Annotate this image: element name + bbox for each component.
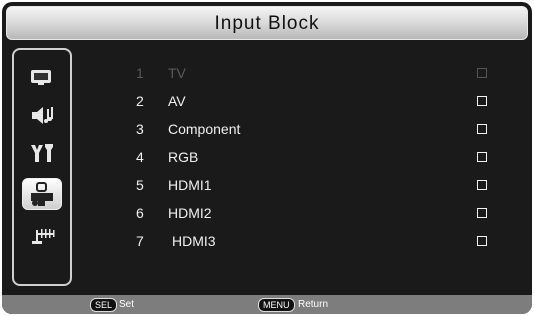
block-checkbox[interactable] <box>477 152 487 162</box>
input-row-tv: 1 TV <box>2 61 532 89</box>
input-number: 3 <box>136 121 144 137</box>
block-checkbox <box>477 68 487 78</box>
input-number: 1 <box>136 65 144 81</box>
menu-key-badge: MENU <box>258 298 295 312</box>
input-label: TV <box>168 65 186 81</box>
menu-action-text: Return <box>298 299 329 310</box>
input-row-component[interactable]: 3 Component <box>2 117 532 145</box>
block-checkbox[interactable] <box>477 208 487 218</box>
input-number: 5 <box>136 177 144 193</box>
input-label: HDMI2 <box>168 205 212 221</box>
osd-window: Input Block 1 TV 2 AV 3 Component 4 RGB … <box>2 2 532 314</box>
input-row-hdmi3[interactable]: 7 HDMI3 <box>2 229 532 257</box>
input-label: AV <box>168 93 186 109</box>
input-number: 6 <box>136 205 144 221</box>
input-label: RGB <box>168 149 199 165</box>
input-row-av[interactable]: 2 AV <box>2 89 532 117</box>
title-bar: Input Block <box>6 6 528 40</box>
footer-hint-bar: SEL Set MENU Return <box>2 295 532 314</box>
block-checkbox[interactable] <box>477 236 487 246</box>
input-number: 7 <box>136 233 144 249</box>
input-row-hdmi1[interactable]: 5 HDMI1 <box>2 173 532 201</box>
sel-action-text: Set <box>119 299 135 310</box>
input-row-hdmi2[interactable]: 6 HDMI2 <box>2 201 532 229</box>
block-checkbox[interactable] <box>477 180 487 190</box>
input-number: 4 <box>136 149 144 165</box>
sel-key-badge: SEL <box>90 298 118 312</box>
block-checkbox[interactable] <box>477 124 487 134</box>
input-label: Component <box>168 121 241 137</box>
input-label: HDMI1 <box>168 177 212 193</box>
page-title: Input Block <box>214 13 320 34</box>
input-row-rgb[interactable]: 4 RGB <box>2 145 532 173</box>
input-label: HDMI3 <box>172 233 216 249</box>
block-checkbox[interactable] <box>477 96 487 106</box>
input-number: 2 <box>136 93 144 109</box>
